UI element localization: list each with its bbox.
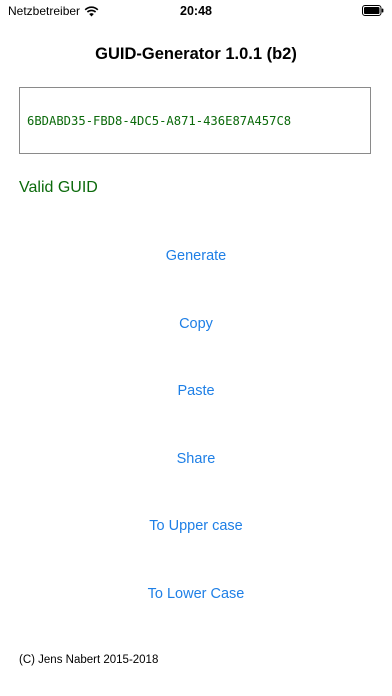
share-button[interactable]: Share [0,451,392,467]
copy-button[interactable]: Copy [0,316,392,332]
validity-status: Valid GUID [19,179,98,196]
to-lower-case-button[interactable]: To Lower Case [0,586,392,602]
battery-icon [362,5,384,16]
status-time: 20:48 [180,4,212,18]
app-title: GUID-Generator 1.0.1 (b2) [95,45,297,63]
copyright-footer: (C) Jens Nabert 2015-2018 [19,654,159,666]
guid-value[interactable]: 6BDABD35-FBD8-4DC5-A871-436E87A457C8 [27,114,291,128]
generate-button[interactable]: Generate [0,248,392,264]
to-upper-case-button[interactable]: To Upper case [0,518,392,534]
paste-button[interactable]: Paste [0,383,392,399]
guid-field[interactable]: 6BDABD35-FBD8-4DC5-A871-436E87A457C8 [19,87,371,154]
status-bar: Netzbetreiber 20:48 [0,0,392,22]
